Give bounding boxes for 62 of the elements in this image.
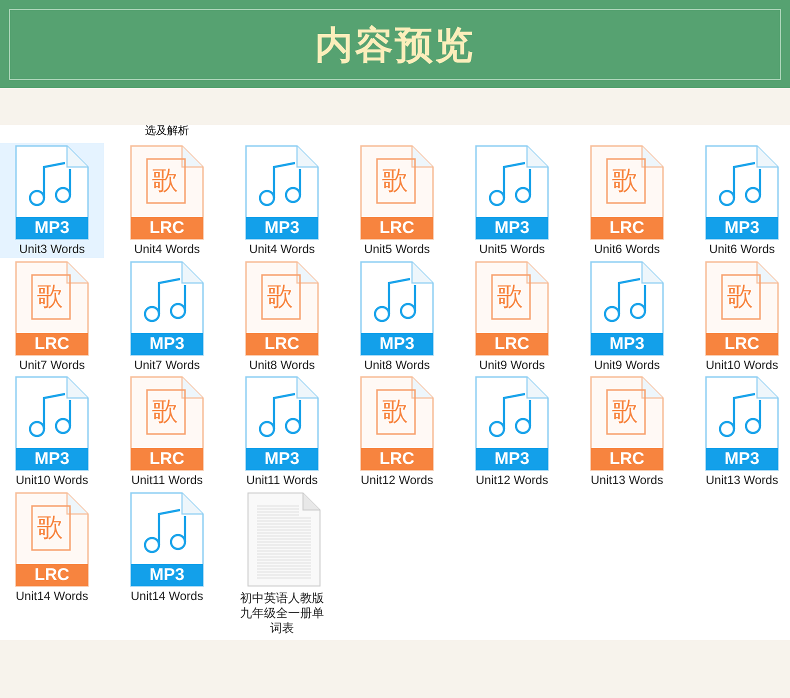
lyrics-glyph: 歌	[152, 396, 178, 426]
file-type-badge: LRC	[16, 332, 88, 354]
file-type-badge: MP3	[476, 448, 548, 470]
file-type-badge: MP3	[361, 332, 433, 354]
file-name: Unit14 Words	[130, 588, 204, 604]
file-type-badge: MP3	[131, 332, 203, 354]
file-name: Unit8 Words	[364, 358, 430, 372]
file-name: Unit9 Words	[479, 358, 545, 372]
file-name: Unit9 Words	[594, 358, 660, 372]
file-name: Unit3 Words	[19, 242, 85, 257]
file-type-badge: MP3	[16, 217, 88, 239]
file-name: Unit12 Words	[360, 473, 434, 488]
file-type-badge: LRC	[591, 217, 663, 239]
file-type-badge: MP3	[131, 564, 203, 586]
file-type-badge: LRC	[706, 332, 778, 354]
lyrics-glyph: 歌	[37, 280, 63, 310]
file-caption: 选及解析	[145, 125, 189, 139]
file-type-badge: MP3	[476, 217, 548, 239]
file-name: Unit5 Words	[364, 242, 430, 257]
file-name: Unit13 Words	[706, 473, 778, 488]
header-title: 内容预览	[315, 21, 475, 69]
document-icon	[247, 492, 321, 586]
lyrics-glyph: 歌	[152, 165, 178, 195]
file-type-badge: LRC	[16, 564, 88, 586]
lyrics-glyph: 歌	[37, 512, 63, 542]
file-type-badge: LRC	[361, 448, 433, 470]
file-name: Unit11 Words	[131, 473, 203, 488]
file-name: Unit13 Words	[590, 473, 664, 488]
file-type-badge: MP3	[246, 448, 318, 470]
file-type-badge: MP3	[706, 448, 778, 470]
file-name: Unit14 Words	[16, 588, 88, 604]
file-type-badge: LRC	[476, 332, 548, 354]
file-name: 初中英语人教版九年级全一册单词表	[239, 590, 325, 636]
file-name: Unit4 Words	[134, 242, 200, 257]
file-type-badge: MP3	[706, 217, 778, 239]
file-type-badge: LRC	[361, 217, 433, 239]
file-name: Unit10 Words	[706, 358, 778, 372]
file-name: Unit5 Words	[479, 242, 545, 257]
lyrics-glyph: 歌	[382, 396, 408, 426]
file-name: Unit7 Words	[134, 358, 200, 372]
file-name: Unit12 Words	[476, 473, 548, 488]
file-name: Unit11 Words	[246, 473, 318, 488]
file-type-badge: LRC	[131, 217, 203, 239]
file-name: Unit7 Words	[19, 358, 85, 372]
file-type-badge: MP3	[16, 448, 88, 470]
lyrics-glyph: 歌	[497, 280, 523, 310]
file-name: Unit8 Words	[249, 358, 315, 372]
file-name: Unit4 Words	[249, 242, 315, 257]
lyrics-glyph: 歌	[727, 280, 753, 310]
file-type-badge: MP3	[246, 217, 318, 239]
file-name: Unit6 Words	[709, 242, 775, 257]
lyrics-glyph: 歌	[267, 280, 293, 310]
file-item[interactable]: MP3 Unit3 Words	[0, 143, 104, 258]
file-type-badge: MP3	[591, 332, 663, 354]
file-type-badge: LRC	[131, 448, 203, 470]
file-type-badge: LRC	[246, 332, 318, 354]
file-name: Unit10 Words	[16, 473, 88, 488]
lyrics-glyph: 歌	[612, 165, 638, 195]
file-name: Unit6 Words	[594, 242, 660, 257]
file-type-badge: LRC	[591, 448, 663, 470]
lyrics-glyph: 歌	[382, 165, 408, 195]
lyrics-glyph: 歌	[612, 396, 638, 426]
